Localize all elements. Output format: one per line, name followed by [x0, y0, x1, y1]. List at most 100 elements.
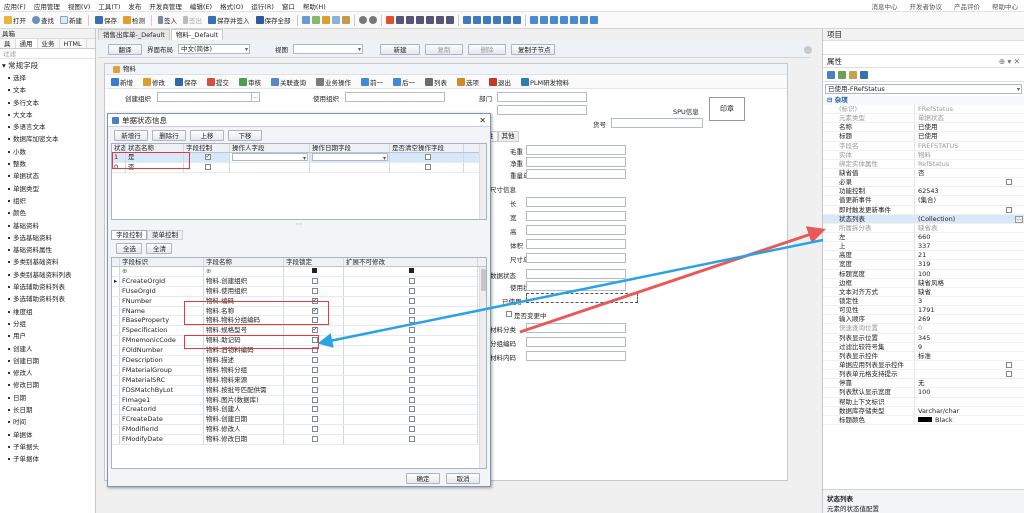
form-field-input[interactable] — [526, 145, 626, 155]
field-id-cell[interactable]: FCreateDate — [120, 415, 204, 425]
scroll-thumb[interactable] — [481, 269, 486, 291]
property-row[interactable]: 上 337 — [823, 242, 1024, 252]
form-field-input[interactable] — [526, 239, 626, 249]
copy-icon[interactable] — [331, 16, 340, 24]
property-value[interactable]: 已使用 — [915, 132, 1024, 140]
add-row-button[interactable]: 新增行 — [114, 129, 148, 141]
pin-close-icons[interactable]: ⊕ ▾ ✕ — [999, 55, 1024, 67]
toolbox-item[interactable]: 单据类型 — [0, 183, 95, 195]
form-toolbar-button[interactable]: 新增 — [109, 75, 135, 88]
property-value[interactable]: 345 — [915, 334, 1024, 342]
form-field-input[interactable] — [526, 337, 626, 347]
property-row[interactable]: 过滤比较符号集 9 — [823, 342, 1024, 352]
property-row[interactable]: 左 660 — [823, 232, 1024, 243]
ellipsis-button[interactable]: ... — [1015, 215, 1023, 223]
property-value[interactable]: Black — [915, 416, 1024, 424]
field-row[interactable]: FDSMatchByLot 物料.按批号匹配供需 — [112, 385, 486, 396]
toolbox-category[interactable]: ▾ 常规字段 — [0, 59, 95, 72]
developer-agreement-link[interactable]: 开发者协议 — [910, 1, 943, 11]
property-row[interactable]: 列表显示位置 345 — [823, 333, 1024, 343]
field-lock-cell[interactable] — [284, 435, 344, 445]
property-row[interactable]: 即时触发更新事件 — [823, 205, 1024, 215]
open-button[interactable]: 打开 — [2, 14, 28, 27]
toolbox-item[interactable]: 多类别基础资料 — [0, 256, 95, 268]
field-id-cell[interactable]: FDescription — [120, 356, 204, 365]
field-lock-cell[interactable] — [284, 336, 344, 346]
layout-icon[interactable] — [559, 16, 568, 24]
menu-view[interactable]: 视图(V) — [64, 1, 95, 11]
property-row[interactable]: 功能控制 62543 — [823, 187, 1024, 197]
categorized-icon[interactable] — [827, 70, 835, 79]
ext-readonly-checkbox[interactable] — [408, 307, 415, 314]
property-row[interactable]: 值更新事件 (集合) — [823, 196, 1024, 206]
field-row[interactable]: FUseOrgId 物料.使用组织 — [112, 286, 486, 297]
field-row[interactable]: FCreatorId 物料.创建人 — [112, 405, 486, 416]
toolbox-item[interactable]: 时间 — [0, 416, 95, 428]
property-row[interactable]: 可见性 1791 — [823, 306, 1024, 316]
field-id-cell[interactable]: FMaterialGroup — [120, 365, 204, 375]
field-id-cell[interactable]: FName — [120, 306, 204, 316]
property-row[interactable]: 列表默认显示宽度 100 — [823, 388, 1024, 398]
field-row[interactable]: FImage1 物料.图片(数据库) — [112, 395, 486, 406]
field-lock-cell[interactable] — [284, 316, 344, 326]
field-lock-checkbox[interactable] — [311, 436, 318, 443]
field-lock-checkbox[interactable] — [311, 416, 318, 423]
property-category[interactable]: ⊟ 杂项 — [823, 96, 1024, 105]
property-value[interactable] — [915, 361, 1024, 369]
field-row[interactable]: FNumber 物料.编码 — [112, 296, 486, 307]
field-lock-checkbox[interactable] — [311, 376, 318, 383]
field-name-cell[interactable]: 物料.图片(数据库) — [204, 395, 284, 405]
field-id-cell[interactable]: FModifyDate — [120, 435, 204, 445]
field-filter-row[interactable]: ⊕ ⊕ — [112, 267, 486, 277]
field-name-cell[interactable]: 物料.旧物料编码 — [204, 346, 284, 356]
property-value[interactable]: 269 — [915, 315, 1024, 323]
help-center-link[interactable]: 帮助中心 — [992, 1, 1018, 11]
property-row[interactable]: 元素类型 单据状态 — [823, 114, 1024, 124]
bill-no-input[interactable] — [611, 118, 703, 128]
ext-readonly-checkbox[interactable] — [408, 386, 415, 393]
ext-readonly-cell[interactable] — [344, 425, 478, 435]
toolbox-item[interactable]: 维度组 — [0, 306, 95, 318]
field-row[interactable]: FModifyDate 物料.修改日期 — [112, 435, 486, 446]
ext-readonly-cell[interactable] — [344, 316, 478, 326]
toolbox-item[interactable]: 长日期 — [0, 404, 95, 416]
clear-field-cell[interactable] — [390, 162, 464, 172]
square-icon[interactable] — [409, 268, 414, 273]
align-middle-icon[interactable] — [435, 16, 444, 24]
form-toolbar-button[interactable]: 后一 — [391, 75, 417, 88]
property-row[interactable]: 高度 21 — [823, 251, 1024, 261]
property-value[interactable]: FREFSTATUS — [915, 142, 1024, 150]
ext-readonly-cell[interactable] — [344, 296, 478, 306]
form-field-input[interactable] — [526, 211, 626, 221]
field-row[interactable]: FCreateDate 物料.创建日期 — [112, 415, 486, 426]
message-center-link[interactable]: 消息中心 — [872, 1, 898, 11]
property-row[interactable]: 名称 已使用 — [823, 123, 1024, 133]
form-toolbar-button[interactable]: 退出 — [487, 75, 513, 88]
field-name-cell[interactable]: 物料.编码 — [204, 296, 284, 306]
status-name-cell[interactable]: 是 — [126, 153, 184, 162]
layout-icon[interactable] — [579, 16, 588, 24]
same-size-icon[interactable] — [482, 16, 491, 24]
toolbox-item[interactable]: 基础资料 — [0, 220, 95, 232]
ext-readonly-checkbox[interactable] — [408, 436, 415, 443]
move-down-button[interactable]: 下移 — [228, 129, 262, 141]
property-value[interactable]: Varchar/char — [915, 407, 1024, 415]
field-row[interactable]: FModifierId 物料.修改人 — [112, 425, 486, 436]
field-name-cell[interactable]: 物料.修改人 — [204, 425, 284, 435]
new-view-button[interactable]: 新建 — [380, 43, 420, 55]
toolbox-tab[interactable]: HTML — [60, 39, 87, 48]
layout-icon[interactable] — [529, 16, 538, 24]
align-right-icon[interactable] — [415, 16, 424, 24]
form-toolbar-button[interactable]: 保存 — [173, 75, 199, 88]
toolbox-item[interactable]: 多类别基础资料列表 — [0, 269, 95, 281]
clear-field-cell[interactable] — [390, 153, 464, 162]
ext-readonly-cell[interactable] — [344, 405, 478, 415]
field-name-cell[interactable]: 物料.物料来源 — [204, 375, 284, 385]
toolbox-item[interactable]: 数据库加密文本 — [0, 133, 95, 145]
splitter-handle[interactable]: ⋯ — [108, 220, 490, 230]
toolbox-item[interactable]: 单据体 — [0, 429, 95, 441]
menu-window[interactable]: 窗口 — [278, 1, 299, 11]
toolbox-item[interactable]: 小数 — [0, 146, 95, 158]
field-control-checkbox[interactable] — [204, 163, 211, 170]
toolbox-item[interactable]: 单据状态 — [0, 170, 95, 182]
